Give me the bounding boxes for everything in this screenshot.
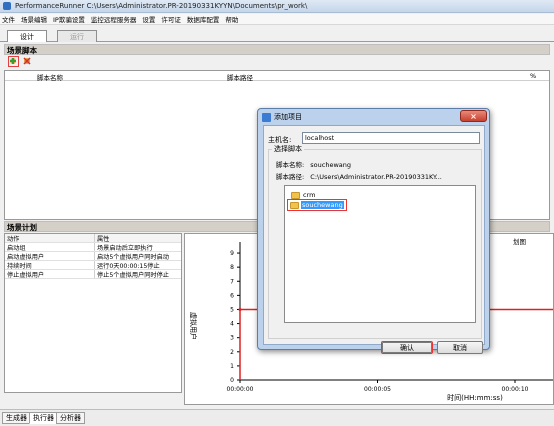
script-name-row: 脚本名称: souchewang — [276, 159, 351, 169]
dialog-icon — [262, 112, 271, 122]
menu-remote-monitor[interactable]: 监控远程服务器 — [91, 14, 137, 24]
tree-node-label: crm — [303, 191, 316, 199]
scripts-toolbar — [6, 55, 46, 69]
y-tick-label: 9 — [230, 250, 234, 257]
script-path-row: 脚本路径: C:\Users\Administrator.PR-20190331… — [276, 171, 442, 181]
menu-help[interactable]: 帮助 — [225, 14, 238, 24]
menu-license[interactable]: 许可证 — [161, 14, 181, 24]
app-icon — [3, 2, 11, 10]
col-percent[interactable]: % — [530, 72, 536, 80]
col-script-path[interactable]: 脚本路径 — [227, 72, 253, 82]
table-row[interactable]: 持续时间 运行0天00:00:15停止 — [5, 261, 181, 270]
cancel-button[interactable]: 取消 — [437, 341, 483, 354]
folder-icon — [291, 191, 300, 199]
row-action: 启动虚拟用户 — [5, 252, 95, 260]
add-script-icon — [10, 58, 16, 64]
y-tick-label: 7 — [230, 278, 234, 285]
remove-script-button[interactable] — [22, 56, 33, 67]
y-tick-label: 4 — [230, 321, 234, 328]
menu-file[interactable]: 文件 — [2, 14, 15, 24]
bottom-tab-bar: 生成器 执行器 分析器 — [0, 409, 554, 426]
table-row[interactable]: 停止虚拟用户 停止5个虚拟用户同时停止 — [5, 270, 181, 279]
add-script-button[interactable] — [8, 56, 19, 67]
tab-analyzer[interactable]: 分析器 — [56, 412, 85, 424]
y-tick-label: 6 — [230, 292, 234, 299]
row-action: 停止虚拟用户 — [5, 270, 95, 278]
scene-scripts-header: 场景脚本 — [4, 44, 550, 55]
host-input[interactable]: localhost — [302, 132, 480, 144]
remove-script-icon — [23, 57, 31, 65]
tree-node-label: souchewang — [301, 201, 344, 209]
confirm-button[interactable]: 确认 — [381, 341, 433, 354]
scene-plan-table: 动作 属性 启动组 场景启动后立即执行 启动虚拟用户 启动5个虚拟用户同时启动 … — [4, 233, 182, 393]
col-script-name[interactable]: 脚本名称 — [37, 72, 63, 82]
menu-database-config[interactable]: 数据库配置 — [187, 14, 220, 24]
script-path-label: 脚本路径: — [276, 173, 305, 181]
tab-run[interactable]: 运行 — [57, 30, 97, 42]
close-icon: × — [470, 111, 477, 121]
col-property: 属性 — [97, 236, 110, 242]
data-point — [238, 307, 242, 311]
tree-node-crm[interactable]: crm — [291, 191, 315, 199]
table-row[interactable]: 启动组 场景启动后立即执行 — [5, 243, 181, 252]
add-item-dialog: 添加项目 × 主机名: localhost 选择脚本 脚本名称: souchew… — [257, 108, 490, 354]
y-tick-label: 1 — [230, 363, 234, 370]
x-tick-label: 00:00:10 — [502, 386, 529, 393]
mode-tabs: 设计 运行 — [0, 28, 554, 42]
col-action: 动作 — [5, 234, 95, 242]
table-header: 动作 属性 — [5, 234, 181, 243]
menu-ip-spoof[interactable]: IP欺骗设置 — [53, 14, 85, 24]
row-property: 启动5个虚拟用户同时启动 — [97, 254, 169, 260]
script-path-value: C:\Users\Administrator.PR-20190331KY... — [310, 173, 442, 181]
y-tick-label: 5 — [230, 306, 234, 313]
x-tick-label: 00:00:00 — [227, 386, 254, 393]
row-action: 持续时间 — [5, 261, 95, 269]
x-tick-label: 00:00:05 — [364, 386, 391, 393]
close-button[interactable]: × — [460, 110, 487, 122]
y-tick-label: 8 — [230, 264, 234, 271]
row-property: 运行0天00:00:15停止 — [97, 263, 160, 269]
tab-design[interactable]: 设计 — [7, 30, 47, 42]
script-name-value: souchewang — [310, 161, 352, 169]
row-property: 场景启动后立即执行 — [97, 245, 153, 251]
tree-node-souchewang[interactable]: souchewang — [287, 199, 347, 211]
y-tick-label: 0 — [230, 377, 234, 384]
row-action: 启动组 — [5, 243, 95, 251]
table-row[interactable]: 启动虚拟用户 启动5个虚拟用户同时启动 — [5, 252, 181, 261]
y-axis-label: 虚拟用户 — [189, 312, 198, 340]
table-header: 脚本名称 脚本路径 % — [5, 71, 549, 82]
group-title: 选择脚本 — [272, 144, 304, 154]
menu-scene-edit[interactable]: 场景编辑 — [21, 14, 47, 24]
script-tree[interactable]: crm souchewang — [284, 185, 476, 323]
dialog-body: 主机名: localhost 选择脚本 脚本名称: souchewang 脚本路… — [263, 125, 485, 354]
dialog-title: 添加项目 — [274, 113, 302, 121]
window-titlebar: PerformanceRunner C:\Users\Administrator… — [0, 0, 554, 13]
tab-executor[interactable]: 执行器 — [29, 412, 58, 424]
menu-bar: 文件 场景编辑 IP欺骗设置 监控远程服务器 设置 许可证 数据库配置 帮助 — [0, 14, 554, 25]
window-title: PerformanceRunner C:\Users\Administrator… — [15, 2, 308, 10]
y-tick-label: 2 — [230, 349, 234, 356]
y-tick-label: 3 — [230, 335, 234, 342]
folder-icon — [290, 201, 299, 209]
tab-generator[interactable]: 生成器 — [2, 412, 31, 424]
menu-settings[interactable]: 设置 — [142, 14, 155, 24]
x-axis-label: 时间(HH:mm:ss) — [447, 393, 503, 402]
dialog-titlebar: 添加项目 — [262, 112, 302, 122]
script-name-label: 脚本名称: — [276, 161, 305, 169]
row-property: 停止5个虚拟用户同时停止 — [97, 272, 169, 278]
